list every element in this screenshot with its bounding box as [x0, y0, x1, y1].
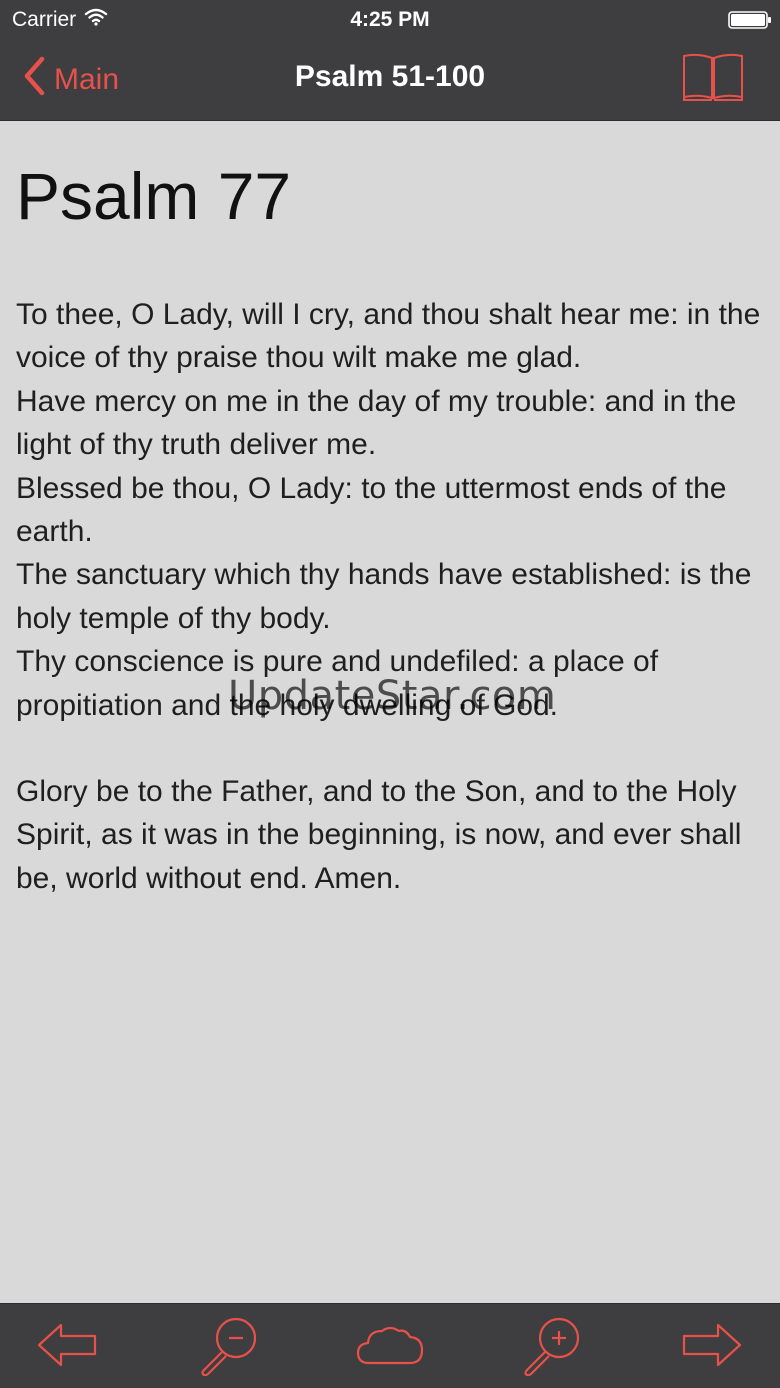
- next-button[interactable]: [677, 1312, 747, 1378]
- cloud-icon: [355, 1323, 425, 1367]
- psalm-content: Psalm 77 To thee, O Lady, will I cry, an…: [0, 121, 780, 1303]
- chevron-left-icon: [22, 56, 46, 104]
- status-time: 4:25 PM: [350, 8, 430, 31]
- cloud-button[interactable]: [355, 1312, 425, 1378]
- bottom-toolbar: [0, 1303, 780, 1388]
- navigation-bar: Main Psalm 51-100: [0, 40, 780, 121]
- verse-5: Thy conscience is pure and undefiled: a …: [16, 645, 659, 722]
- verse-4: The sanctuary which thy hands have estab…: [16, 558, 752, 635]
- previous-button[interactable]: [32, 1312, 102, 1378]
- gloria-patri: Glory be to the Father, and to the Son, …: [16, 775, 742, 895]
- verse-1: To thee, O Lady, will I cry, and thou sh…: [16, 298, 761, 375]
- verse-2: Have mercy on me in the day of my troubl…: [16, 384, 737, 462]
- arrow-left-icon: [35, 1320, 99, 1370]
- arrow-right-icon: [680, 1320, 744, 1370]
- zoom-out-button[interactable]: [194, 1312, 264, 1378]
- status-bar: Carrier 4:25 PM: [0, 0, 780, 40]
- psalm-title: Psalm 77: [16, 159, 292, 233]
- back-button-label: Main: [54, 63, 120, 96]
- zoom-in-icon: [519, 1314, 585, 1376]
- book-icon: [682, 53, 744, 106]
- zoom-out-icon: [196, 1314, 262, 1376]
- zoom-in-button[interactable]: [517, 1312, 587, 1378]
- psalm-text: To thee, O Lady, will I cry, and thou sh…: [16, 293, 772, 900]
- battery-icon: [728, 11, 771, 29]
- verse-3: Blessed be thou, O Lady: to the uttermos…: [16, 471, 727, 549]
- page-title: Psalm 51-100: [294, 60, 486, 93]
- back-button[interactable]: Main: [22, 56, 120, 104]
- book-button[interactable]: [682, 52, 744, 102]
